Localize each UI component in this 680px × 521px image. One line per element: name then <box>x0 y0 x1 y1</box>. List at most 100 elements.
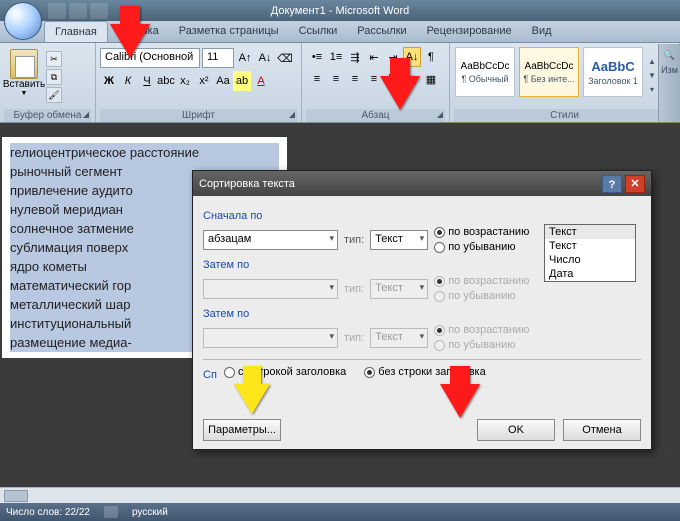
then1-by-combo[interactable] <box>203 279 338 299</box>
dialog-help-icon[interactable]: ? <box>602 175 622 193</box>
asc-label: по возрастанию <box>448 226 529 238</box>
type-label: тип: <box>344 234 364 246</box>
tab-view[interactable]: Вид <box>522 21 562 42</box>
tab-review[interactable]: Рецензирование <box>417 21 522 42</box>
type-option[interactable]: Число <box>545 253 635 267</box>
annotation-arrow-icon <box>380 76 420 110</box>
dialog-close-icon[interactable]: ✕ <box>625 175 645 193</box>
style-name-text: ¶ Без инте... <box>523 74 574 84</box>
strike-icon[interactable]: abc <box>157 71 175 91</box>
clear-format-icon[interactable]: ⌫ <box>276 48 294 68</box>
horizontal-scrollbar[interactable] <box>0 487 680 503</box>
then1-asc-radio <box>434 276 445 287</box>
style-sample-text: AaBbC <box>591 59 634 74</box>
font-color-icon[interactable]: A <box>252 71 270 91</box>
parameters-button[interactable]: Параметры... <box>203 419 281 441</box>
qat-redo-icon[interactable] <box>90 3 108 19</box>
without-header-radio[interactable] <box>364 367 375 378</box>
indent-dec-icon[interactable]: ⇤ <box>365 47 383 67</box>
shrink-font-icon[interactable]: A↓ <box>256 48 274 68</box>
then1-type-combo: Текст <box>370 279 428 299</box>
highlight-icon[interactable]: ab <box>233 71 251 91</box>
style-normal[interactable]: AaBbCcDc ¶ Обычный <box>455 47 515 97</box>
align-center-icon[interactable]: ≡ <box>327 69 345 89</box>
font-size-combo[interactable]: 11 <box>202 48 234 68</box>
sort-type-combo[interactable]: Текст <box>370 230 428 250</box>
subscript-icon[interactable]: x₂ <box>176 71 194 91</box>
qat-save-icon[interactable] <box>48 3 66 19</box>
type-option[interactable]: Текст <box>545 225 635 239</box>
annotation-arrow-icon <box>110 24 150 58</box>
align-right-icon[interactable]: ≡ <box>346 69 364 89</box>
format-painter-icon[interactable]: 🖌 <box>46 87 62 103</box>
change-case-icon[interactable]: Aa <box>214 71 232 91</box>
font-launcher-icon[interactable]: ◢ <box>289 110 295 119</box>
styles-scroll: ▲ ▼ ▾ <box>646 45 658 109</box>
language-status[interactable]: русский <box>132 507 168 518</box>
sort-first-label: Сначала по <box>203 210 641 222</box>
then2-type-combo: Текст <box>370 328 428 348</box>
italic-icon[interactable]: К <box>119 71 137 91</box>
cancel-button[interactable]: Отмена <box>563 419 641 441</box>
doc-line[interactable]: гелиоцентрическое расстояние <box>10 143 279 162</box>
group-styles: AaBbCcDc ¶ Обычный AaBbCcDc ¶ Без инте..… <box>450 43 680 122</box>
then2-by-combo <box>203 328 338 348</box>
tab-references[interactable]: Ссылки <box>289 21 348 42</box>
dialog-title: Сортировка текста <box>199 178 295 190</box>
ribbon-tabs: Главная Вставка Разметка страницы Ссылки… <box>0 21 680 43</box>
annotation-arrow-icon <box>440 384 480 418</box>
clipboard-group-label: Буфер обмена◢ <box>4 109 91 122</box>
sort-by-combo[interactable]: абзацам <box>203 230 338 250</box>
edit-label: Изм <box>661 65 678 75</box>
qat-undo-icon[interactable] <box>69 3 87 19</box>
bold-icon[interactable]: Ж <box>100 71 118 91</box>
type-option[interactable]: Дата <box>545 267 635 281</box>
find-icon[interactable]: 🔍 <box>664 50 675 61</box>
ok-button[interactable]: OK <box>477 419 555 441</box>
desc-radio[interactable] <box>434 242 445 253</box>
type-label: тип: <box>344 332 364 344</box>
word-count[interactable]: Число слов: 22/22 <box>6 507 90 518</box>
ribbon: Вставить ▼ ✂ ⧉ 🖌 Буфер обмена◢ Calibri (… <box>0 43 680 123</box>
grow-font-icon[interactable]: A↑ <box>236 48 254 68</box>
style-no-spacing[interactable]: AaBbCcDc ¶ Без инте... <box>519 47 579 97</box>
asc-radio[interactable] <box>434 227 445 238</box>
numbering-icon[interactable]: 1≡ <box>327 47 345 67</box>
type-dropdown-list: Текст Текст Число Дата <box>544 224 636 282</box>
spellcheck-icon[interactable] <box>104 506 118 518</box>
tab-mailings[interactable]: Рассылки <box>347 21 416 42</box>
borders-icon[interactable]: ▦ <box>422 69 440 89</box>
group-clipboard: Вставить ▼ ✂ ⧉ 🖌 Буфер обмена◢ <box>0 43 96 122</box>
style-sample-text: AaBbCcDc <box>461 61 510 72</box>
dialog-titlebar[interactable]: Сортировка текста ? ✕ <box>193 171 651 196</box>
styles-down-icon[interactable]: ▼ <box>646 71 658 83</box>
copy-icon[interactable]: ⧉ <box>46 69 62 85</box>
styles-up-icon[interactable]: ▲ <box>646 57 658 69</box>
tab-layout[interactable]: Разметка страницы <box>169 21 289 42</box>
type-option[interactable]: Текст <box>545 239 635 253</box>
desc-label: по убыванию <box>448 290 515 302</box>
quick-access-toolbar <box>48 3 108 19</box>
scrollbar-thumb[interactable] <box>4 490 28 502</box>
then2-desc-radio <box>434 340 445 351</box>
clipboard-launcher-icon[interactable]: ◢ <box>83 110 89 119</box>
superscript-icon[interactable]: x² <box>195 71 213 91</box>
desc-label: по убыванию <box>448 339 515 351</box>
multilevel-icon[interactable]: ⇶ <box>346 47 364 67</box>
bullets-icon[interactable]: •≡ <box>308 47 326 67</box>
cut-icon[interactable]: ✂ <box>46 51 62 67</box>
paragraph-launcher-icon[interactable]: ◢ <box>437 110 443 119</box>
underline-icon[interactable]: Ч <box>138 71 156 91</box>
styles-more-icon[interactable]: ▾ <box>646 85 658 97</box>
paste-icon <box>10 49 38 79</box>
paste-button[interactable]: Вставить ▼ <box>4 45 44 109</box>
office-orb[interactable] <box>4 2 42 40</box>
group-paragraph: •≡ 1≡ ⇶ ⇤ ⇥ A↓ ¶ ≡ ≡ ≡ ≡ ‡≡ ▢ ▦ <box>302 43 450 122</box>
style-heading1[interactable]: AaBbC Заголовок 1 <box>583 47 643 97</box>
list-section-label: Сп <box>203 369 217 381</box>
pilcrow-icon[interactable]: ¶ <box>422 47 440 67</box>
sort-then2-label: Затем по <box>203 308 641 320</box>
align-left-icon[interactable]: ≡ <box>308 69 326 89</box>
tab-home[interactable]: Главная <box>44 21 108 42</box>
with-header-radio[interactable] <box>224 367 235 378</box>
